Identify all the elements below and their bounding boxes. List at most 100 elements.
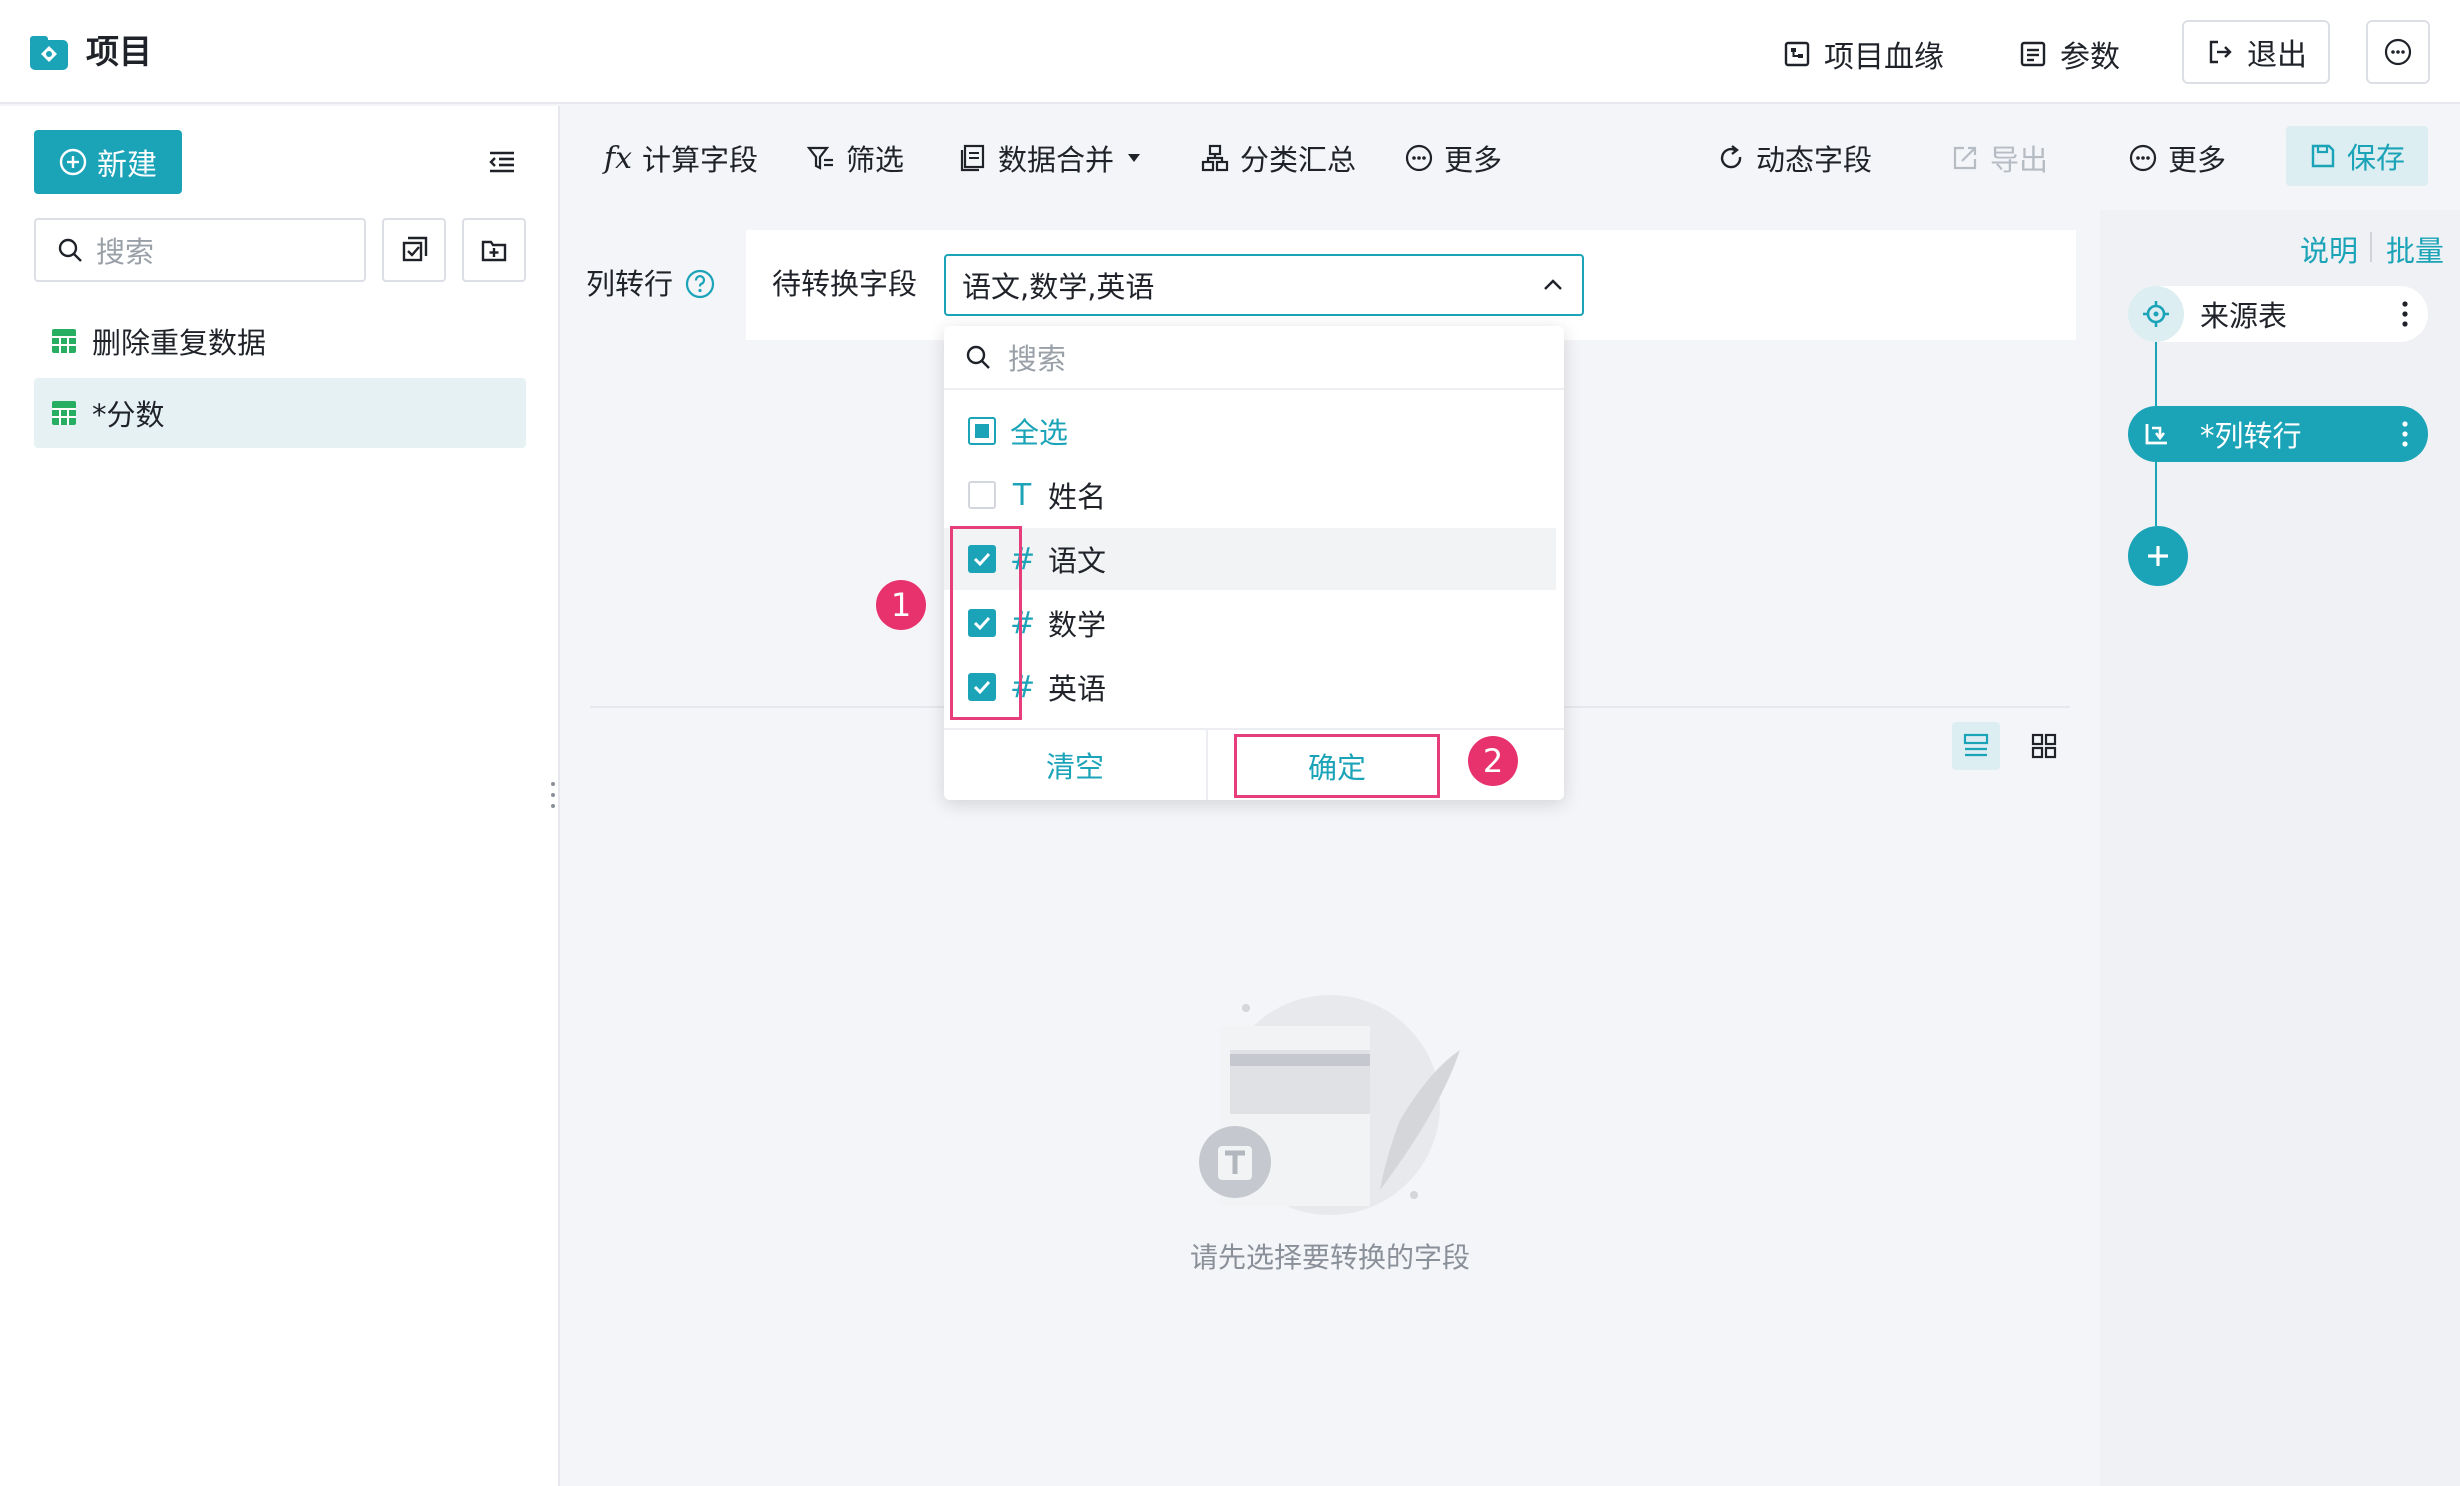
- dropdown-search-input[interactable]: 搜索: [944, 326, 1564, 390]
- fx-icon: fx: [604, 140, 633, 176]
- refresh-icon: [1716, 143, 1746, 173]
- option-label: 语文: [1048, 544, 1107, 578]
- sidebar-search-input[interactable]: 搜索: [34, 218, 366, 282]
- clear-button[interactable]: 清空: [944, 730, 1206, 800]
- more-circle-icon: [2383, 37, 2413, 67]
- filter-label: 筛选: [846, 143, 905, 177]
- toolbar-more-label: 更多: [1444, 143, 1503, 177]
- project-lineage-button[interactable]: 项目血缘: [1782, 30, 1944, 78]
- flow-connector: [2155, 342, 2157, 406]
- confirm-button[interactable]: 确定: [1234, 734, 1440, 798]
- new-button[interactable]: 新建: [34, 130, 182, 194]
- params-button[interactable]: 参数: [2018, 30, 2120, 78]
- group-summary-label: 分类汇总: [1240, 143, 1357, 177]
- save-label: 保存: [2346, 141, 2405, 175]
- grid-view-toggle[interactable]: [2020, 722, 2068, 770]
- flow-node-label: 来源表: [2200, 299, 2288, 333]
- lineage-icon: [1782, 39, 1812, 69]
- caret-down-icon: [1124, 148, 1144, 168]
- footer-separator: [1206, 730, 1208, 800]
- list-view-toggle[interactable]: [1952, 722, 2000, 770]
- dropdown-option-chinese[interactable]: # 语文: [944, 528, 1556, 590]
- collapse-sidebar-icon[interactable]: [486, 146, 518, 178]
- more-circle-icon: [2128, 143, 2158, 173]
- flow-panel: [2100, 210, 2460, 1486]
- flow-node-source-table[interactable]: 来源表: [2128, 286, 2428, 342]
- text-type-icon: T: [1012, 477, 1032, 513]
- flow-node-unpivot[interactable]: *列转行: [2128, 406, 2428, 462]
- filter-button[interactable]: 筛选: [806, 134, 904, 182]
- dropdown-option-english[interactable]: # 英语: [944, 656, 1556, 718]
- tree-item-remove-duplicates[interactable]: 删除重复数据: [34, 306, 526, 376]
- option-checkbox[interactable]: [968, 481, 996, 509]
- tree-item-scores[interactable]: *分数: [34, 378, 526, 448]
- annotation-step-2: 2: [1468, 736, 1518, 786]
- logout-button[interactable]: 退出: [2182, 20, 2330, 84]
- search-icon: [56, 236, 84, 264]
- folder-plus-icon: [479, 235, 509, 265]
- data-merge-dropdown[interactable]: 数据合并: [958, 134, 1144, 182]
- save-icon: [2309, 142, 2337, 170]
- new-folder-button[interactable]: [462, 218, 526, 282]
- field-select-value: 语文,数学,英语: [962, 270, 1155, 304]
- sidebar-search-placeholder: 搜索: [96, 235, 155, 269]
- project-lineage-label: 项目血缘: [1824, 40, 1944, 75]
- sidebar-resize-handle[interactable]: [549, 780, 557, 810]
- calc-field-button[interactable]: fx 计算字段: [604, 134, 758, 182]
- config-title: 列转行: [586, 267, 674, 301]
- option-label: 英语: [1048, 672, 1107, 706]
- dropdown-option-name[interactable]: T 姓名: [944, 464, 1556, 526]
- hierarchy-icon: [1200, 143, 1230, 173]
- select-all-checkbox[interactable]: [968, 417, 996, 445]
- right-more-label: 更多: [2168, 143, 2227, 177]
- explain-link[interactable]: 说明: [2300, 228, 2358, 270]
- table-icon: [50, 399, 78, 427]
- add-step-button[interactable]: [2128, 526, 2188, 586]
- select-all-option[interactable]: 全选: [944, 400, 1556, 462]
- more-circle-icon: [1404, 143, 1434, 173]
- unpivot-icon: [2128, 406, 2184, 462]
- calc-field-label: 计算字段: [642, 143, 759, 177]
- chevron-up-icon: [1540, 272, 1566, 298]
- crosshair-icon: [2128, 286, 2184, 342]
- params-label: 参数: [2060, 40, 2120, 75]
- plus-icon: [2143, 541, 2173, 571]
- kebab-icon[interactable]: [2402, 300, 2408, 328]
- option-label: 姓名: [1048, 480, 1107, 514]
- dropdown-option-math[interactable]: # 数学: [944, 592, 1556, 654]
- dynamic-field-button[interactable]: 动态字段: [1716, 134, 1872, 182]
- batch-select-button[interactable]: [382, 218, 446, 282]
- flow-node-label: *列转行: [2200, 419, 2302, 453]
- help-icon[interactable]: [684, 268, 716, 300]
- dynamic-field-label: 动态字段: [1756, 143, 1873, 177]
- logout-icon: [2205, 37, 2235, 67]
- check-square-icon: [399, 235, 429, 265]
- option-label: 数学: [1048, 608, 1107, 642]
- dropdown-search-placeholder: 搜索: [1008, 342, 1067, 376]
- data-merge-label: 数据合并: [998, 143, 1115, 177]
- new-button-label: 新建: [97, 148, 157, 183]
- field-select[interactable]: 语文,数学,英语: [944, 254, 1584, 316]
- more-menu-button[interactable]: [2366, 20, 2430, 84]
- batch-link[interactable]: 批量: [2386, 228, 2444, 270]
- annotation-step-1: 1: [876, 580, 926, 630]
- plus-circle-icon: [59, 148, 87, 176]
- select-all-label: 全选: [1010, 416, 1069, 450]
- toolbar-more-button[interactable]: 更多: [1404, 134, 1502, 182]
- app-logo-icon: [28, 32, 70, 72]
- group-summary-button[interactable]: 分类汇总: [1200, 134, 1356, 182]
- params-icon: [2018, 39, 2048, 69]
- filter-icon: [806, 143, 836, 173]
- export-button[interactable]: 导出: [1950, 134, 2048, 182]
- right-more-button[interactable]: 更多: [2128, 134, 2226, 182]
- save-button[interactable]: 保存: [2286, 126, 2428, 186]
- export-icon: [1950, 143, 1980, 173]
- field-label: 待转换字段: [772, 267, 918, 301]
- kebab-icon[interactable]: [2402, 420, 2408, 448]
- search-icon: [964, 343, 992, 371]
- tree-item-label: *分数: [92, 398, 165, 432]
- grid-view-icon: [2029, 731, 2059, 761]
- merge-icon: [958, 143, 988, 173]
- list-view-icon: [1961, 731, 1991, 761]
- link-separator: [2370, 232, 2372, 262]
